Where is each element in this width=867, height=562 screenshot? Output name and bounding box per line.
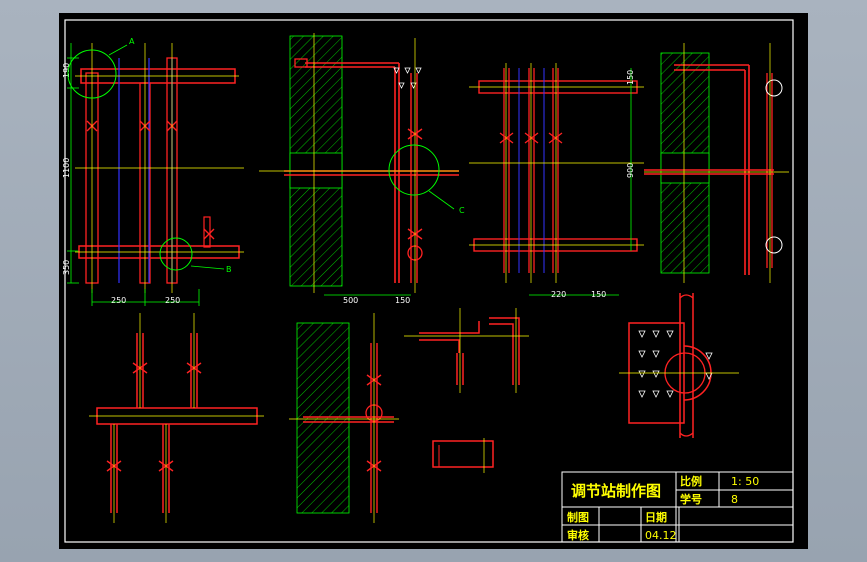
- dim-150-a: 150: [395, 296, 410, 305]
- view-front-elevation: 190 1100 350 A B 250 250: [62, 37, 244, 306]
- cad-viewport[interactable]: 190 1100 350 A B 250 250 C 500 150 150 9…: [59, 13, 808, 549]
- view-bottom-wall: [289, 313, 399, 523]
- dim-350: 350: [62, 260, 71, 275]
- checked-by-label: 审核: [567, 528, 589, 542]
- scale-value: 1: 50: [731, 475, 759, 488]
- scale-label: 比例: [680, 474, 702, 488]
- view-plan: 150 900 220 150: [469, 63, 644, 299]
- drawing-canvas: 190 1100 350 A B 250 250 C 500 150 150 9…: [62, 19, 794, 543]
- callout-c: C: [459, 206, 465, 215]
- view-wall-penetration: [619, 293, 739, 438]
- view-side-section: C 500 150: [259, 33, 465, 305]
- dim-150-c: 150: [591, 290, 606, 299]
- dim-220: 220: [551, 290, 566, 299]
- dim-1100: 1100: [62, 158, 71, 178]
- dim-900: 900: [626, 163, 635, 178]
- sheet-no-label: 学号: [680, 492, 702, 506]
- sheet-no-value: 8: [731, 493, 738, 506]
- date-value: 04.12: [645, 529, 677, 542]
- dim-150-b: 150: [626, 70, 635, 85]
- dim-250-a: 250: [111, 296, 126, 305]
- title-block: 调节站制作图 比例 1: 50 学号 8 制图 日期 审核 04.12: [561, 471, 794, 543]
- date-label: 日期: [645, 510, 667, 524]
- view-tee-details: [404, 308, 529, 473]
- callout-b: B: [226, 265, 232, 274]
- dim-500: 500: [343, 296, 358, 305]
- dim-250-b: 250: [165, 296, 180, 305]
- callout-a: A: [129, 37, 135, 46]
- view-right-section: [644, 43, 789, 283]
- view-bottom-assembly: [89, 313, 264, 523]
- drawing-title: 调节站制作图: [571, 482, 661, 500]
- drawn-by-label: 制图: [567, 510, 589, 524]
